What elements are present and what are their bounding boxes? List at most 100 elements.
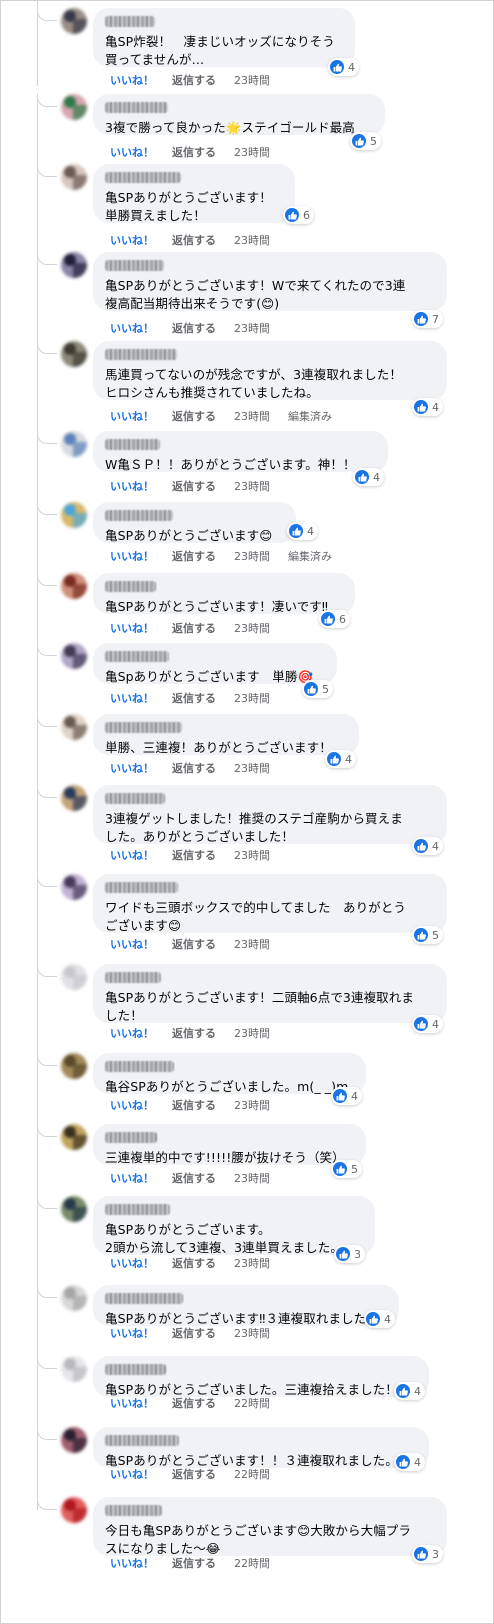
reaction-count[interactable]: 3 <box>412 1545 443 1563</box>
author-name-blurred[interactable] <box>105 16 155 27</box>
avatar[interactable] <box>61 8 87 34</box>
author-name-blurred[interactable] <box>105 722 182 733</box>
author-name-blurred[interactable] <box>105 102 168 113</box>
like-button[interactable]: いいね！ <box>110 72 154 88</box>
reaction-count[interactable]: 4 <box>331 1087 362 1105</box>
avatar[interactable] <box>61 341 87 367</box>
author-name-blurred[interactable] <box>105 349 177 360</box>
like-button[interactable]: いいね！ <box>110 1466 154 1482</box>
author-name-blurred[interactable] <box>105 1293 183 1304</box>
like-button[interactable]: いいね！ <box>110 1097 154 1113</box>
reply-button[interactable]: 返信する <box>172 548 216 564</box>
comment-timestamp[interactable]: 22時間 <box>234 1466 270 1482</box>
author-name-blurred[interactable] <box>105 1435 179 1446</box>
reaction-count[interactable]: 6 <box>283 206 314 224</box>
reply-button[interactable]: 返信する <box>172 936 216 952</box>
avatar[interactable] <box>61 94 87 120</box>
comment-timestamp[interactable]: 22時間 <box>234 1395 270 1411</box>
author-name-blurred[interactable] <box>105 260 164 271</box>
reply-button[interactable]: 返信する <box>172 320 216 336</box>
author-name-blurred[interactable] <box>105 1132 157 1143</box>
like-button[interactable]: いいね！ <box>110 144 154 160</box>
like-button[interactable]: いいね！ <box>110 478 154 494</box>
comment-timestamp[interactable]: 23時間 <box>234 144 270 160</box>
avatar[interactable] <box>61 431 87 457</box>
like-button[interactable]: いいね！ <box>110 1325 154 1341</box>
comment-timestamp[interactable]: 23時間 <box>234 1255 270 1271</box>
author-name-blurred[interactable] <box>105 1505 162 1516</box>
avatar[interactable] <box>61 502 87 528</box>
like-button[interactable]: いいね！ <box>110 320 154 336</box>
avatar[interactable] <box>61 1356 87 1382</box>
like-button[interactable]: いいね！ <box>110 232 154 248</box>
like-button[interactable]: いいね！ <box>110 847 154 863</box>
like-button[interactable]: いいね！ <box>110 1555 154 1571</box>
avatar[interactable] <box>61 874 87 900</box>
author-name-blurred[interactable] <box>105 882 178 893</box>
reaction-count[interactable]: 4 <box>353 468 384 486</box>
reply-button[interactable]: 返信する <box>172 690 216 706</box>
comment-timestamp[interactable]: 23時間 <box>234 548 270 564</box>
comment-timestamp[interactable]: 22時間 <box>234 1555 270 1571</box>
comment-timestamp[interactable]: 23時間 <box>234 320 270 336</box>
reply-button[interactable]: 返信する <box>172 760 216 776</box>
reaction-count[interactable]: 4 <box>394 1453 425 1471</box>
reaction-count[interactable]: 4 <box>394 1382 425 1400</box>
comment-timestamp[interactable]: 23時間 <box>234 1170 270 1186</box>
reply-button[interactable]: 返信する <box>172 1097 216 1113</box>
avatar[interactable] <box>61 785 87 811</box>
edited-label[interactable]: 編集済み <box>288 548 332 564</box>
reaction-count[interactable]: 4 <box>287 522 318 540</box>
avatar[interactable] <box>61 1427 87 1453</box>
author-name-blurred[interactable] <box>105 972 161 983</box>
reaction-count[interactable]: 4 <box>328 58 359 76</box>
reply-button[interactable]: 返信する <box>172 1466 216 1482</box>
like-button[interactable]: いいね！ <box>110 1170 154 1186</box>
reaction-count[interactable]: 4 <box>325 750 356 768</box>
comment-timestamp[interactable]: 23時間 <box>234 408 270 424</box>
reply-button[interactable]: 返信する <box>172 1395 216 1411</box>
author-name-blurred[interactable] <box>105 1364 166 1375</box>
author-name-blurred[interactable] <box>105 793 165 804</box>
like-button[interactable]: いいね！ <box>110 548 154 564</box>
comment-timestamp[interactable]: 23時間 <box>234 620 270 636</box>
reaction-count[interactable]: 4 <box>364 1310 395 1328</box>
author-name-blurred[interactable] <box>105 172 181 183</box>
avatar[interactable] <box>61 1124 87 1150</box>
avatar[interactable] <box>61 1285 87 1311</box>
like-button[interactable]: いいね！ <box>110 408 154 424</box>
comment-timestamp[interactable]: 23時間 <box>234 1325 270 1341</box>
reply-button[interactable]: 返信する <box>172 1170 216 1186</box>
author-name-blurred[interactable] <box>105 439 160 450</box>
author-name-blurred[interactable] <box>105 581 156 592</box>
like-button[interactable]: いいね！ <box>110 620 154 636</box>
comment-timestamp[interactable]: 23時間 <box>234 72 270 88</box>
avatar[interactable] <box>61 643 87 669</box>
like-button[interactable]: いいね！ <box>110 690 154 706</box>
reaction-count[interactable]: 4 <box>412 1015 443 1033</box>
reply-button[interactable]: 返信する <box>172 1325 216 1341</box>
avatar[interactable] <box>61 252 87 278</box>
reply-button[interactable]: 返信する <box>172 1255 216 1271</box>
reaction-count[interactable]: 7 <box>412 310 443 328</box>
author-name-blurred[interactable] <box>105 1061 174 1072</box>
reply-button[interactable]: 返信する <box>172 72 216 88</box>
avatar[interactable] <box>61 1196 87 1222</box>
avatar[interactable] <box>61 1497 87 1523</box>
reply-button[interactable]: 返信する <box>172 408 216 424</box>
avatar[interactable] <box>61 1053 87 1079</box>
comment-timestamp[interactable]: 23時間 <box>234 1025 270 1041</box>
comment-timestamp[interactable]: 23時間 <box>234 1097 270 1113</box>
like-button[interactable]: いいね！ <box>110 1255 154 1271</box>
reaction-count[interactable]: 5 <box>331 1160 362 1178</box>
author-name-blurred[interactable] <box>105 651 169 662</box>
reply-button[interactable]: 返信する <box>172 1555 216 1571</box>
reply-button[interactable]: 返信する <box>172 144 216 160</box>
reaction-count[interactable]: 5 <box>302 680 333 698</box>
reaction-count[interactable]: 5 <box>350 132 381 150</box>
like-button[interactable]: いいね！ <box>110 1025 154 1041</box>
author-name-blurred[interactable] <box>105 1204 170 1215</box>
comment-timestamp[interactable]: 23時間 <box>234 760 270 776</box>
reply-button[interactable]: 返信する <box>172 847 216 863</box>
edited-label[interactable]: 編集済み <box>288 408 332 424</box>
